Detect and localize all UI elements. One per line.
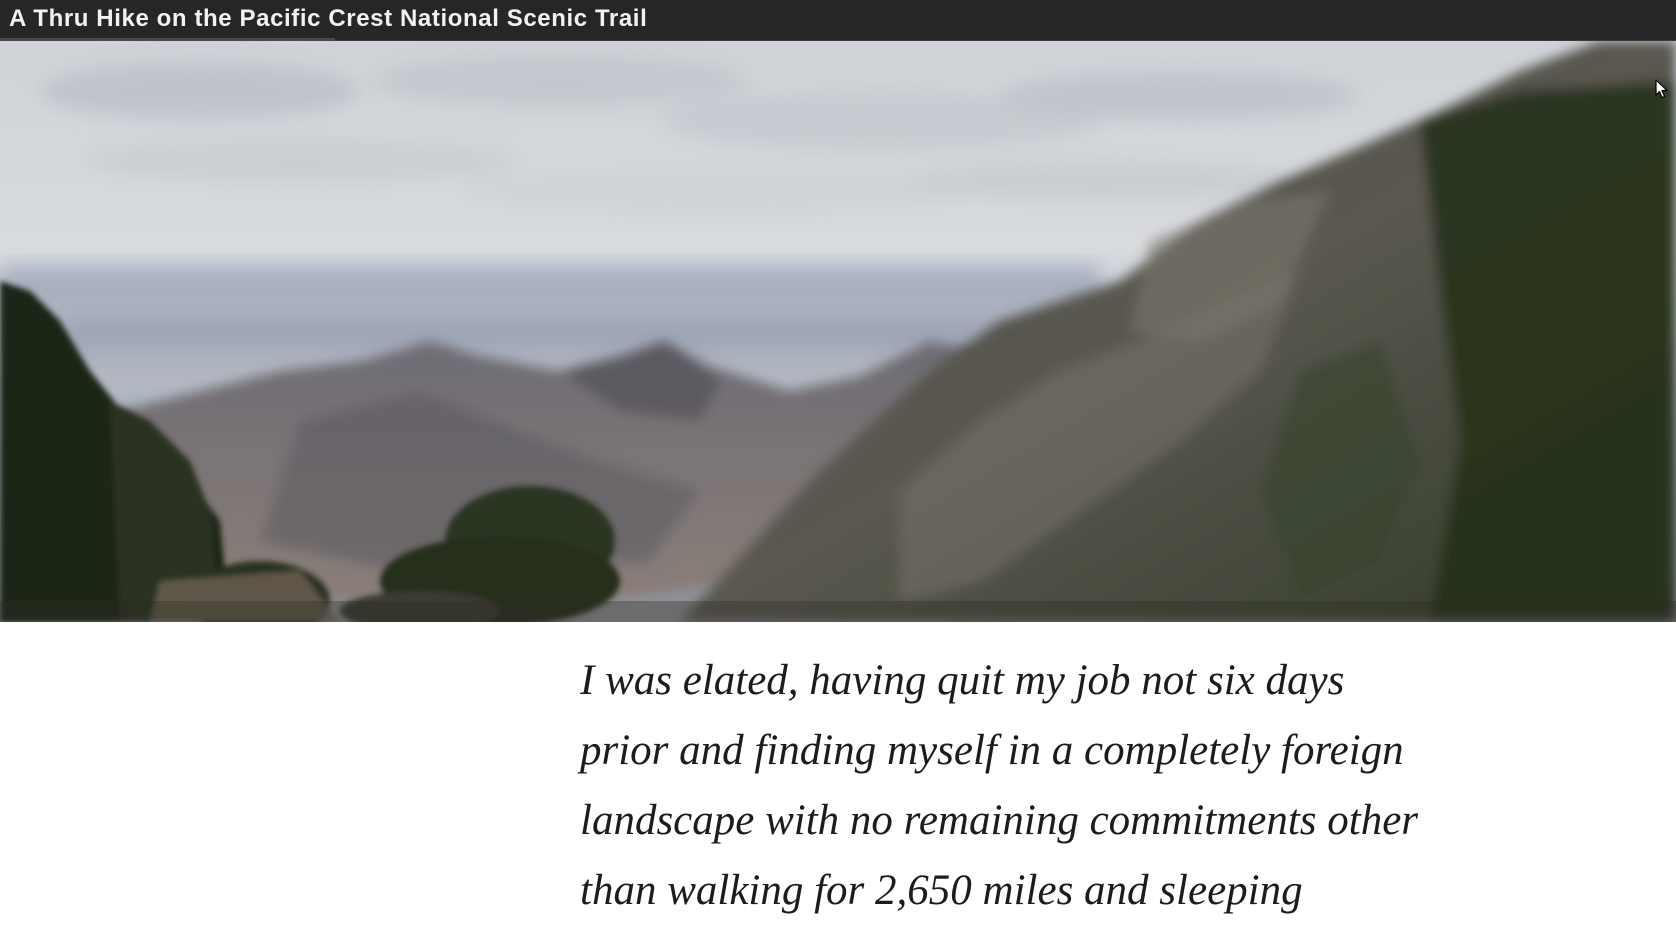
arrow-cursor-icon [1655, 79, 1668, 99]
mountain-photo [0, 41, 1676, 622]
hero-image [0, 41, 1676, 622]
article-lead-paragraph: I was elated, having quit my job not six… [580, 657, 1419, 914]
page-title: A Thru Hike on the Pacific Crest Nationa… [9, 5, 648, 32]
header-bar: A Thru Hike on the Pacific Crest Nationa… [0, 0, 1676, 41]
